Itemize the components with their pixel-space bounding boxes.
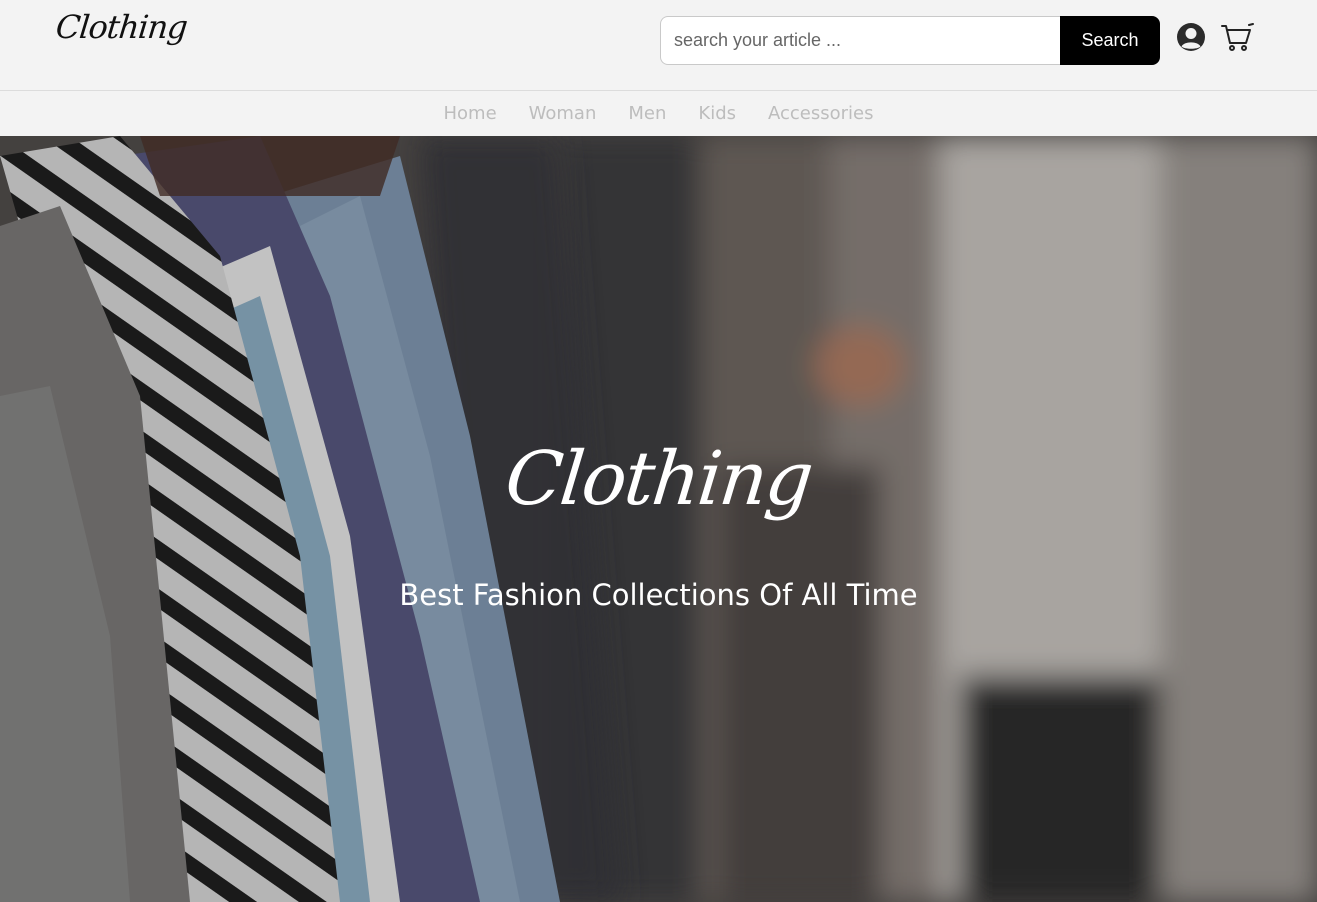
nav-item-kids[interactable]: Kids — [698, 103, 736, 124]
account-button[interactable] — [1174, 20, 1208, 54]
shopping-cart-icon — [1221, 23, 1254, 51]
nav-item-woman[interactable]: Woman — [529, 103, 597, 124]
hero-banner: Clothing Best Fashion Collections Of All… — [0, 136, 1317, 902]
nav-item-home[interactable]: Home — [443, 103, 496, 124]
site-logo[interactable]: Clothing — [54, 8, 189, 46]
user-circle-icon — [1177, 23, 1205, 51]
search-input[interactable] — [660, 16, 1060, 65]
search-bar: Search — [660, 16, 1160, 65]
cart-button[interactable] — [1220, 20, 1254, 54]
nav-item-men[interactable]: Men — [628, 103, 666, 124]
main-nav: Home Woman Men Kids Accessories — [0, 90, 1317, 136]
hero-tagline: Best Fashion Collections Of All Time — [399, 578, 918, 612]
header: Clothing Search — [0, 0, 1317, 90]
search-button[interactable]: Search — [1060, 16, 1160, 65]
hero-logo: Clothing — [501, 436, 816, 522]
nav-item-accessories[interactable]: Accessories — [768, 103, 874, 124]
